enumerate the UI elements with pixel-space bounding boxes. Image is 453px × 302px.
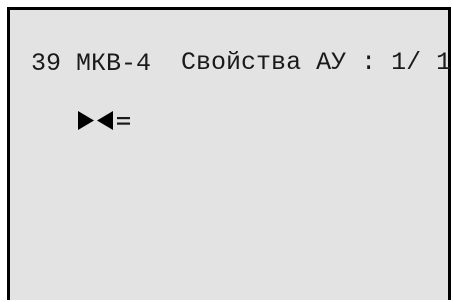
item-number: 39 [31, 49, 62, 78]
lcd-screen: Свойства АУ : 1/ 1 39 МКВ-4 [7, 7, 451, 300]
header-title: Свойства АУ [181, 48, 347, 77]
page-indicator: 1/ 1 [391, 48, 452, 77]
header-separator: : [361, 48, 377, 77]
list-item[interactable]: 39 МКВ-4 [16, 49, 151, 78]
item-name: МКВ-4 [76, 49, 152, 78]
